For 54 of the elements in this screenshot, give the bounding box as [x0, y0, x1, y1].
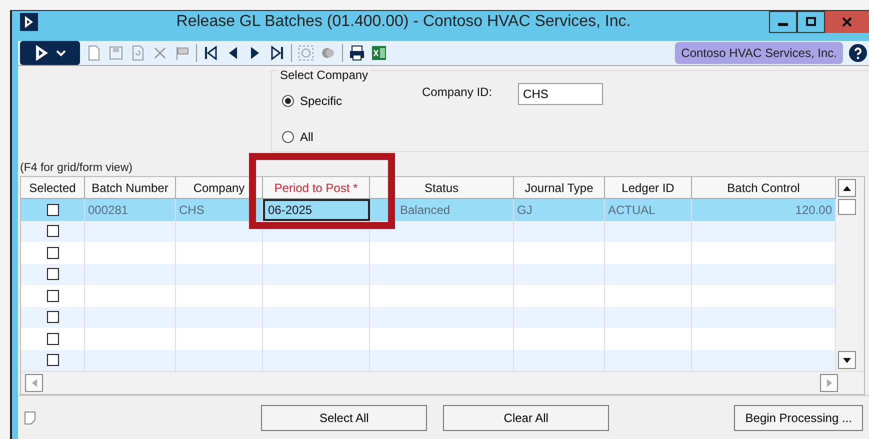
- column-header[interactable]: Journal Type: [514, 177, 605, 199]
- group-title: Select Company: [278, 68, 370, 82]
- row-checkbox[interactable]: [46, 311, 58, 324]
- close-button[interactable]: [825, 11, 869, 33]
- spreadsheet-icon[interactable]: [371, 45, 387, 61]
- row-checkbox[interactable]: [46, 354, 58, 366]
- first-record-icon[interactable]: [203, 45, 219, 61]
- logo-icon: [34, 44, 50, 62]
- column-header[interactable]: Period to Post *: [263, 177, 370, 199]
- column-header[interactable]: Batch Control: [692, 177, 836, 199]
- arrow-up-icon: [843, 186, 851, 190]
- table-row[interactable]: 000281 CHS 06-2025 Balanced GJ ACTUAL 120.00: [21, 199, 836, 220]
- row-checkbox[interactable]: [46, 246, 58, 259]
- last-record-icon[interactable]: [269, 45, 285, 61]
- column-header[interactable]: Company: [176, 177, 263, 199]
- arrow-left-icon: [32, 379, 36, 387]
- close-icon: [842, 17, 852, 27]
- new-document-icon[interactable]: [86, 45, 102, 61]
- radio-option[interactable]: All: [282, 130, 422, 144]
- help-icon[interactable]: [849, 44, 867, 62]
- column-header[interactable]: Batch Number: [85, 177, 176, 199]
- column-header[interactable]: Status: [370, 177, 514, 199]
- chevron-down-icon: [56, 49, 66, 57]
- company-id-field[interactable]: CHS: [518, 83, 604, 105]
- scroll-thumb[interactable]: [838, 199, 856, 215]
- radio-option[interactable]: Specific: [282, 94, 422, 108]
- grid-hint: (F4 for grid/form view): [20, 162, 134, 174]
- clear-all-button[interactable]: Clear All: [443, 405, 610, 431]
- scroll-right-button[interactable]: [820, 374, 838, 392]
- maximize-icon: [806, 17, 816, 27]
- row-checkbox[interactable]: [46, 290, 58, 302]
- row-checkbox[interactable]: [46, 204, 58, 216]
- company-badge: Contoso HVAC Services, Inc.: [675, 42, 843, 64]
- print-icon[interactable]: [349, 45, 365, 61]
- row-checkbox[interactable]: [46, 332, 58, 345]
- begin-processing-button[interactable]: Begin Processing ...: [734, 405, 863, 431]
- row-checkbox[interactable]: [46, 268, 58, 280]
- arrow-right-icon: [826, 379, 832, 387]
- field-label: Company ID:: [422, 85, 492, 99]
- arrow-down-icon: [843, 358, 851, 362]
- app-logo-icon: [20, 13, 38, 31]
- cell-editor[interactable]: 06-2025: [263, 199, 370, 220]
- column-header[interactable]: Selected: [21, 177, 85, 199]
- window-title: Release GL Batches (01.400.00) - Contoso HVAC Services, Inc.: [175, 13, 632, 31]
- maximize-button[interactable]: [797, 11, 825, 33]
- scroll-down-button[interactable]: [838, 351, 856, 369]
- row-checkbox[interactable]: [46, 225, 58, 238]
- column-header[interactable]: Ledger ID: [605, 177, 692, 199]
- app-menu-button[interactable]: [20, 41, 80, 65]
- note-icon[interactable]: [24, 411, 36, 425]
- scroll-left-button[interactable]: [25, 374, 43, 392]
- scroll-up-button[interactable]: [838, 179, 856, 197]
- select-all-button[interactable]: Select All: [261, 405, 428, 431]
- minimize-button[interactable]: [769, 11, 797, 33]
